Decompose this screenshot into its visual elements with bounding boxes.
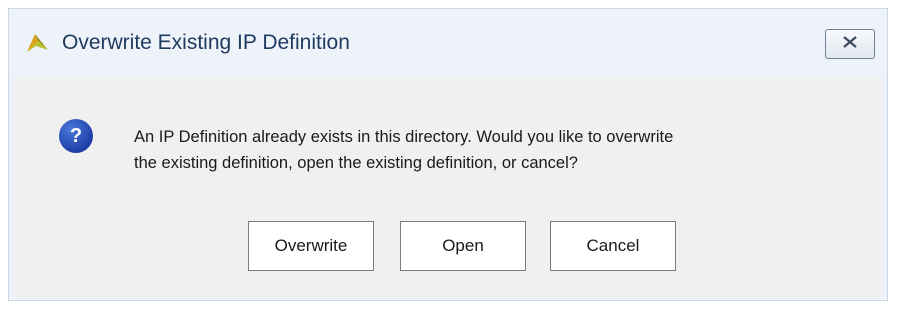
message-line-1: An IP Definition already exists in this … [134, 128, 674, 146]
close-button[interactable] [825, 29, 875, 59]
dialog-message: An IP Definition already exists in this … [134, 124, 854, 176]
title-bar[interactable]: Overwrite Existing IP Definition [9, 9, 887, 77]
question-icon: ? [59, 119, 93, 153]
message-line-2: the existing definition, open the existi… [134, 154, 578, 172]
dialog-content: ? An IP Definition already exists in thi… [15, 77, 881, 297]
close-icon [841, 35, 859, 54]
overwrite-button[interactable]: Overwrite [248, 221, 374, 271]
dialog-window: Overwrite Existing IP Definition ? An IP… [8, 8, 888, 301]
window-title: Overwrite Existing IP Definition [62, 31, 350, 54]
open-button[interactable]: Open [400, 221, 526, 271]
vivado-logo-icon [24, 30, 50, 56]
cancel-button[interactable]: Cancel [550, 221, 676, 271]
